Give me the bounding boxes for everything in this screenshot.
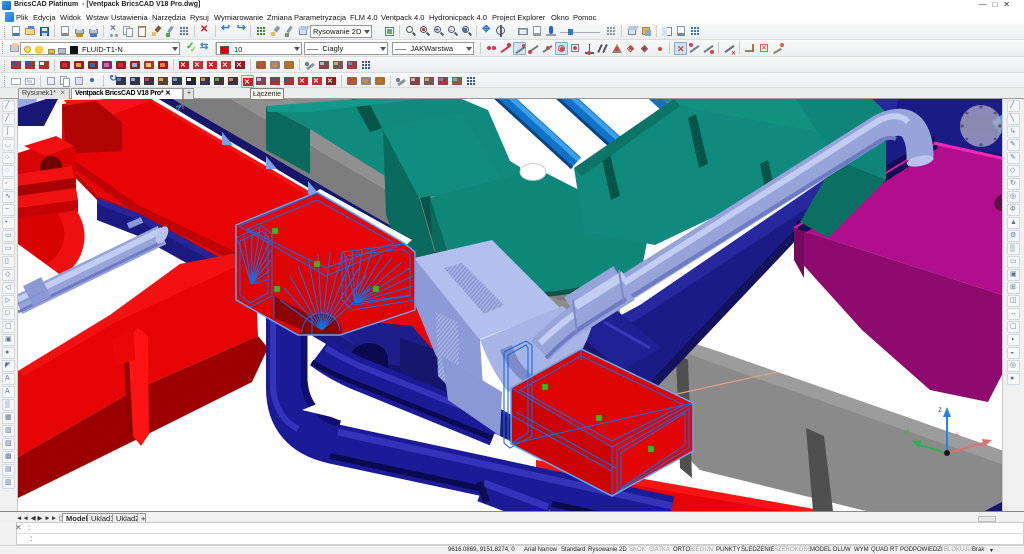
svg-text:Y: Y xyxy=(903,429,909,438)
svg-text:x: x xyxy=(955,430,959,439)
svg-text:z: z xyxy=(938,405,942,414)
